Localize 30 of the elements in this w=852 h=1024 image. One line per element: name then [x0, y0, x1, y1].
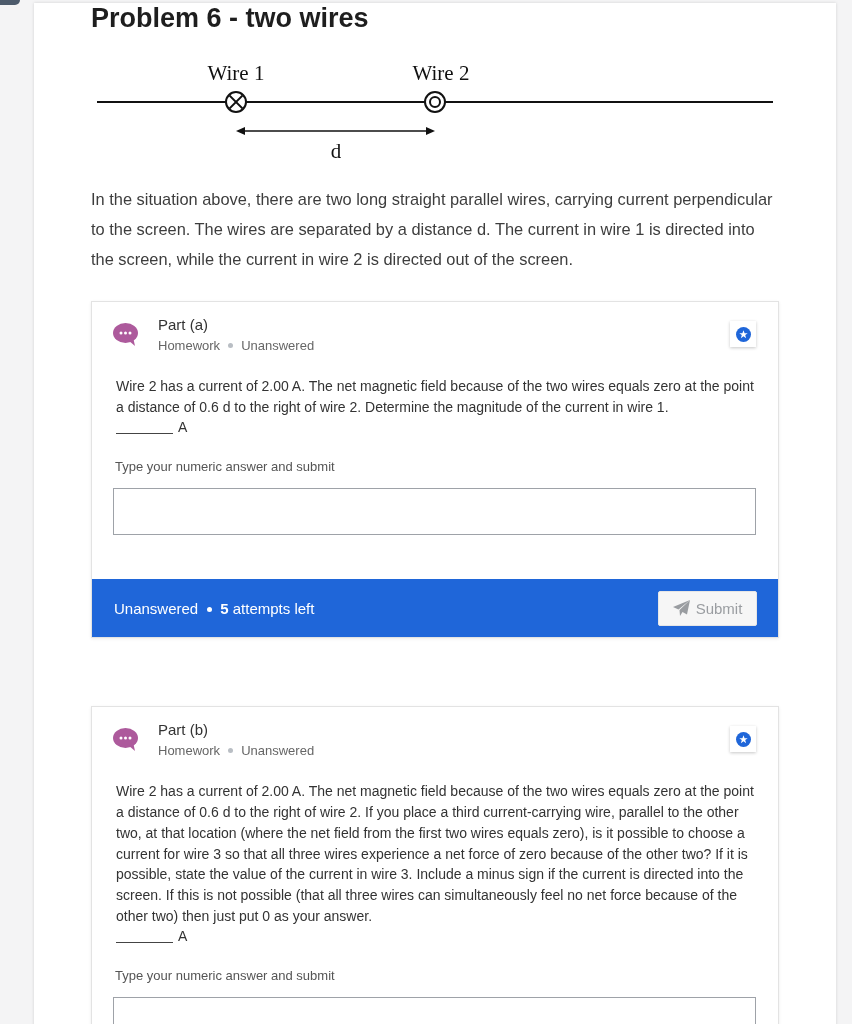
unit-label: A [178, 418, 188, 438]
category-label: Homework [158, 742, 221, 761]
wire-label: Wire 2 [412, 61, 470, 85]
double-circle-icon [424, 91, 446, 113]
star-button[interactable] [730, 726, 756, 753]
input-hint: Type your numeric answer and submit [114, 967, 336, 986]
answer-status-text: Unanswered [114, 599, 199, 617]
separator-dot-icon [207, 606, 213, 612]
circle-cross-icon [225, 91, 247, 113]
status-label: Unanswered [241, 742, 315, 761]
attempts-text: 5 attempts left [220, 599, 315, 617]
question-text: Wire 2 has a current of 2.00 A. The net magnetic field because of the two wires equals zero at the point a distance of 0.6 d to the right of wire 2. If you place a third current-carrying wire, parallel to the other two, at that location (where the net field from the first two wires equals zero), is it possible to choose a current for wire 3 so that all three wires experience a net force of zero because of the other two? If it is possible, state the value of the current in wire 3. Include a minus sign if the current is directed into the screen. If this is not possible (that all three wires can simultaneously feel no net force because of the other two) then just put 0 as your answer. [115, 782, 755, 926]
problem-title: Problem 6 - two wires [91, 3, 370, 33]
unit-label: A [178, 927, 188, 947]
answer-input-field[interactable] [113, 488, 756, 536]
star-button[interactable] [730, 321, 756, 347]
status-label: Unanswered [241, 337, 315, 355]
description-text: In the situation above, there are two long straight parallel wires, carrying current perpendicular to the screen. The wires are separated by a distance d. The current in wire 1 is directed into the screen, while the current in wire 2 is directed out of the screen. [91, 189, 774, 270]
part-title: Part (b) [158, 720, 209, 741]
question-text: Wire 2 has a current of 2.00 A. The net magnetic field because of the two wires equals zero at the point a distance of 0.6 d to the right of wire 2. Determine the magnitude of the current in wire 1. [115, 377, 755, 417]
chat-bubble-icon [113, 323, 138, 346]
chat-bubble-icon [113, 728, 138, 752]
input-hint: Type your numeric answer and submit [114, 458, 336, 477]
send-icon [672, 600, 690, 617]
separator-dot-icon [228, 343, 234, 348]
wire-label: Wire 1 [207, 61, 265, 85]
category-label: Homework [158, 337, 221, 355]
part-title: Part (a) [158, 315, 209, 335]
distance-label: d [330, 139, 342, 163]
separator-dot-icon [228, 748, 234, 754]
